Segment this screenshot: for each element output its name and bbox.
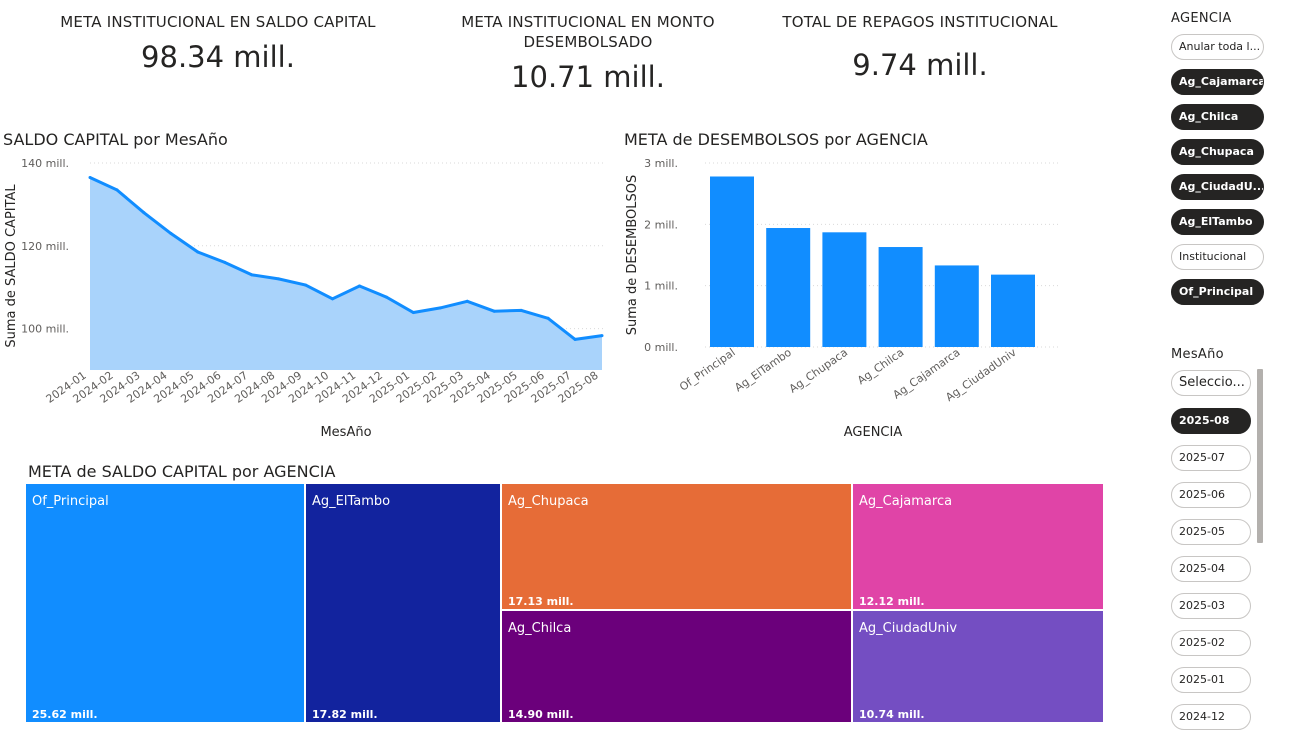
bar-ag_cajamarca[interactable]	[934, 265, 979, 347]
area-chart-y-axis-label: Suma de SALDO CAPITAL	[4, 184, 19, 348]
bar-y-tick-label: 2 mill.	[644, 218, 678, 231]
area-data-point[interactable]	[304, 283, 308, 287]
mesano-slicer-item[interactable]: 2025-08	[1171, 408, 1251, 434]
area-data-point[interactable]	[573, 337, 577, 341]
mesano-clear-selection-button[interactable]: Seleccio...	[1171, 370, 1251, 396]
area-data-point[interactable]	[519, 308, 523, 312]
bar-of_principal[interactable]	[710, 176, 754, 347]
treemap-value-label: 25.62 mill.	[32, 708, 98, 721]
treemap: Of_Principal 25.62 mill. Ag_ElTambo 17.82 m…	[26, 484, 1103, 722]
mesano-slicer-item[interactable]: 2024-12	[1171, 704, 1251, 730]
kpi-card-saldo-capital: META INSTITUCIONAL EN SALDO CAPITAL 98.3…	[58, 12, 378, 74]
mesano-slicer-item[interactable]: 2025-06	[1171, 482, 1251, 508]
area-data-point[interactable]	[277, 277, 281, 281]
agencia-slicer-item[interactable]: Ag_Cajamarca	[1171, 69, 1264, 95]
area-y-tick-label: 140 mill.	[21, 157, 69, 170]
bar-ag_eltambo[interactable]	[766, 228, 811, 347]
bar-chart-x-axis-label: AGENCIA	[844, 425, 903, 440]
mesano-slicer-title: MesAño	[1171, 347, 1224, 362]
kpi-value: 10.71 mill.	[511, 60, 665, 94]
treemap-category-label: Of_Principal	[32, 494, 109, 509]
mesano-slicer-item[interactable]: 2025-03	[1171, 593, 1251, 619]
treemap-category-label: Ag_CiudadUniv	[859, 621, 957, 636]
area-chart-x-axis-label: MesAño	[320, 425, 371, 440]
area-y-tick-label: 100 mill.	[21, 323, 69, 336]
agencia-slicer-item[interactable]: Of_Principal	[1171, 279, 1264, 305]
area-data-point[interactable]	[88, 175, 92, 179]
agencia-clear-selection-button[interactable]: Anular toda l...	[1171, 34, 1264, 60]
area-data-point[interactable]	[546, 316, 550, 320]
treemap-value-label: 10.74 mill.	[859, 708, 925, 721]
treemap-cell-of_principal[interactable]	[26, 484, 304, 722]
area-data-point[interactable]	[115, 188, 119, 192]
area-data-point[interactable]	[492, 309, 496, 313]
kpi-title: META INSTITUCIONAL EN SALDO CAPITAL	[60, 13, 376, 31]
area-data-point[interactable]	[331, 297, 335, 301]
treemap-category-label: Ag_Chilca	[508, 621, 571, 636]
mesano-slicer-item[interactable]: 2025-02	[1171, 630, 1251, 656]
treemap-value-label: 12.12 mill.	[859, 595, 925, 608]
kpi-value: 98.34 mill.	[141, 40, 295, 74]
bar-ag_chupaca[interactable]	[822, 232, 867, 347]
agencia-slicer-item[interactable]: Ag_Chupaca	[1171, 139, 1264, 165]
area-data-point[interactable]	[223, 260, 227, 264]
agencia-slicer-item[interactable]: Ag_CiudadU...	[1171, 174, 1264, 200]
area-data-point[interactable]	[411, 310, 415, 314]
bar-chart: 0 mill. 1 mill. 2 mill. 3 mill. Of_Principa…	[625, 157, 1060, 440]
treemap-category-label: Ag_Chupaca	[508, 494, 589, 509]
bar-chart-y-axis-label: Suma de DESEMBOLSOS	[625, 175, 640, 335]
bar-x-tick-label: Ag_Chilca	[855, 346, 906, 387]
agencia-slicer-item[interactable]: Ag_ElTambo	[1171, 209, 1264, 235]
area-chart-title: SALDO CAPITAL por MesAño	[3, 130, 228, 149]
treemap-cell-ag_eltambo[interactable]	[306, 484, 500, 722]
area-data-point[interactable]	[357, 284, 361, 288]
kpi-value: 9.74 mill.	[852, 48, 988, 82]
bar-ag_ciudaduniv[interactable]	[991, 274, 1035, 347]
agencia-slicer-item[interactable]: Institucional	[1171, 244, 1264, 270]
area-data-point[interactable]	[384, 295, 388, 299]
mesano-slicer-scrollbar[interactable]	[1257, 369, 1263, 543]
bar-x-tick-label: Of_Principal	[677, 346, 738, 394]
area-chart: 100 mill.120 mill.140 mill. 2024-012024-…	[4, 157, 605, 440]
kpi-card-monto-desembolsado: META INSTITUCIONAL EN MONTO DESEMBOLSADO…	[428, 12, 748, 94]
bar-y-tick-label: 3 mill.	[644, 157, 678, 170]
mesano-slicer-item[interactable]: 2025-05	[1171, 519, 1251, 545]
area-data-point[interactable]	[438, 306, 442, 310]
area-data-point[interactable]	[196, 250, 200, 254]
area-fill	[90, 177, 602, 370]
treemap-value-label: 14.90 mill.	[508, 708, 574, 721]
area-data-point[interactable]	[169, 231, 173, 235]
agencia-slicer-item[interactable]: Ag_Chilca	[1171, 104, 1264, 130]
mesano-slicer-item[interactable]: 2025-01	[1171, 667, 1251, 693]
kpi-title: TOTAL DE REPAGOS INSTITUCIONAL	[782, 13, 1058, 31]
kpi-card-total-repagos: TOTAL DE REPAGOS INSTITUCIONAL 9.74 mill…	[760, 12, 1080, 82]
bar-x-tick-label: Ag_ElTambo	[732, 346, 794, 395]
kpi-title: META INSTITUCIONAL EN MONTO DESEMBOLSADO	[461, 13, 715, 51]
treemap-value-label: 17.13 mill.	[508, 595, 574, 608]
bar-y-tick-label: 0 mill.	[644, 341, 678, 354]
area-data-point[interactable]	[600, 334, 604, 338]
mesano-slicer-item[interactable]: 2025-07	[1171, 445, 1251, 471]
bar-chart-title: META de DESEMBOLSOS por AGENCIA	[624, 130, 928, 149]
agencia-slicer-title: AGENCIA	[1171, 11, 1232, 26]
mesano-slicer-item[interactable]: 2025-04	[1171, 556, 1251, 582]
bar-y-tick-label: 1 mill.	[644, 280, 678, 293]
treemap-category-label: Ag_ElTambo	[312, 494, 390, 509]
area-data-point[interactable]	[250, 273, 254, 277]
bar-ag_chilca[interactable]	[878, 247, 923, 347]
bar-x-tick-label: Ag_Chupaca	[787, 346, 850, 396]
area-data-point[interactable]	[142, 211, 146, 215]
treemap-value-label: 17.82 mill.	[312, 708, 378, 721]
area-y-tick-label: 120 mill.	[21, 240, 69, 253]
area-data-point[interactable]	[465, 299, 469, 303]
treemap-category-label: Ag_Cajamarca	[859, 494, 952, 509]
